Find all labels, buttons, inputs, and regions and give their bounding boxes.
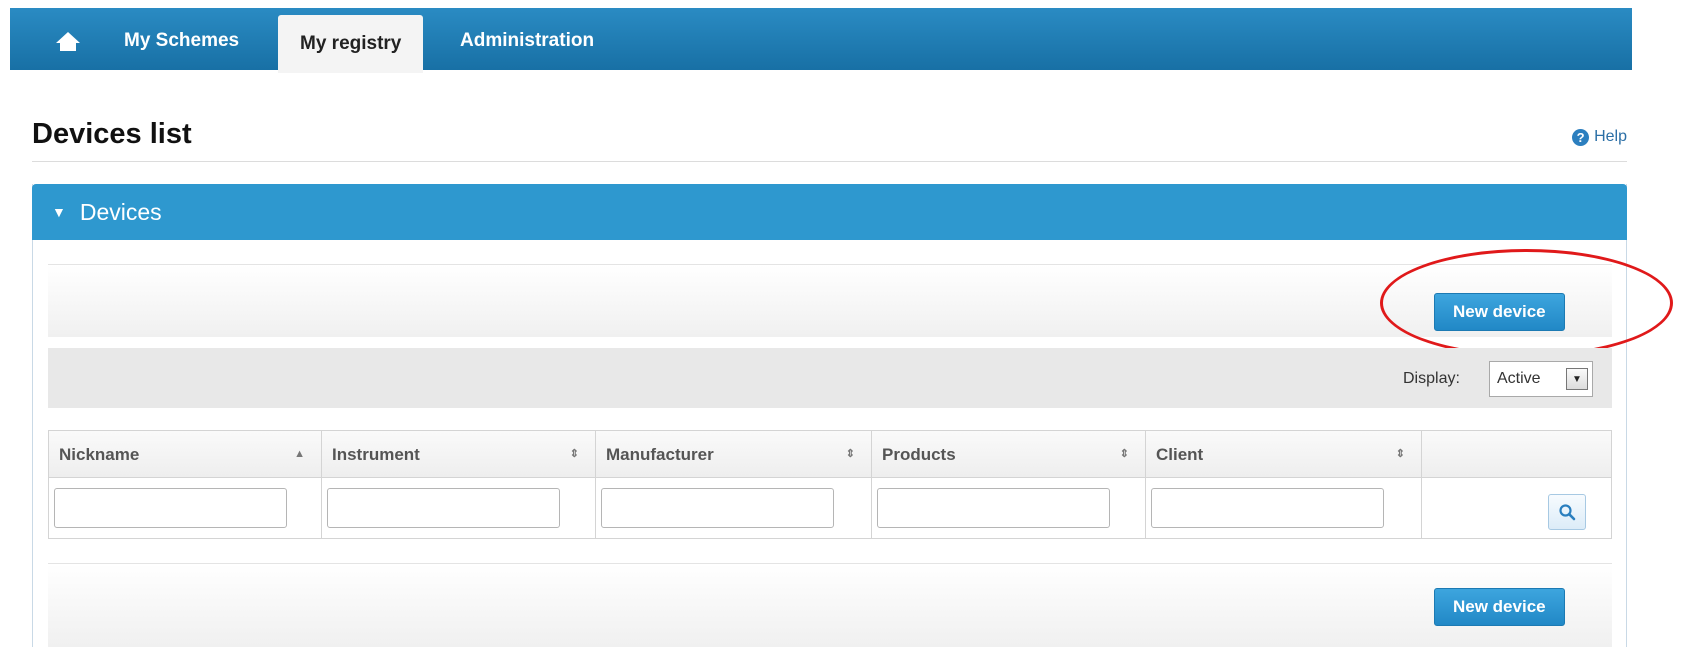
column-label: Products <box>882 445 956 464</box>
products-filter-input[interactable] <box>877 488 1110 528</box>
nickname-filter-input[interactable] <box>54 488 287 528</box>
column-header-products[interactable]: Products ⇕ <box>872 431 1146 478</box>
top-toolbar <box>48 264 1612 337</box>
tab-my-schemes[interactable]: My Schemes <box>102 8 261 70</box>
sort-icon: ⇕ <box>569 448 579 460</box>
help-icon: ? <box>1572 128 1590 146</box>
manufacturer-filter-input[interactable] <box>601 488 834 528</box>
instrument-filter-input[interactable] <box>327 488 560 528</box>
column-header-manufacturer[interactable]: Manufacturer ⇕ <box>596 431 872 478</box>
filter-cell <box>322 478 596 539</box>
column-header-nickname[interactable]: Nickname ▲ <box>49 431 322 478</box>
search-icon <box>1559 504 1576 521</box>
title-divider <box>32 161 1627 162</box>
sort-asc-icon: ▲ <box>294 448 305 460</box>
client-filter-input[interactable] <box>1151 488 1384 528</box>
new-device-button-top[interactable]: New device <box>1434 293 1565 331</box>
tab-my-registry[interactable]: My registry <box>278 15 424 73</box>
column-header-instrument[interactable]: Instrument ⇕ <box>322 431 596 478</box>
column-label: Nickname <box>59 445 140 464</box>
sort-icon: ⇕ <box>1119 448 1129 460</box>
sort-icon: ⇕ <box>1395 448 1405 460</box>
help-label: Help <box>1594 128 1627 145</box>
display-label: Display: <box>1403 370 1460 387</box>
home-icon <box>56 32 80 51</box>
column-label: Instrument <box>332 445 420 464</box>
dropdown-arrow-icon: ▼ <box>1566 368 1588 390</box>
new-device-button-bottom[interactable]: New device <box>1434 588 1565 626</box>
tab-administration[interactable]: Administration <box>438 8 616 70</box>
column-label: Client <box>1156 445 1204 464</box>
help-link[interactable]: ? Help <box>1572 128 1627 146</box>
devices-panel-header[interactable]: ▼ Devices <box>32 184 1627 240</box>
filter-cell <box>49 478 322 539</box>
devices-table: Nickname ▲ Instrument ⇕ Manufacturer ⇕ P… <box>48 430 1612 539</box>
search-button[interactable] <box>1548 494 1586 530</box>
column-label: Manufacturer <box>606 445 714 464</box>
filter-cell <box>596 478 872 539</box>
bottom-toolbar <box>48 563 1612 647</box>
top-navbar: My Schemes My registry Administration <box>10 8 1632 73</box>
sort-icon: ⇕ <box>845 448 855 460</box>
collapse-caret-icon: ▼ <box>52 204 66 220</box>
table-header: Nickname ▲ Instrument ⇕ Manufacturer ⇕ P… <box>49 431 1611 478</box>
display-select-value: Active <box>1497 370 1541 387</box>
home-button[interactable] <box>50 26 86 56</box>
filter-cell <box>872 478 1146 539</box>
devices-panel-title: Devices <box>79 198 162 225</box>
page-title: Devices list <box>32 118 192 150</box>
display-filter-bar <box>48 348 1612 408</box>
filter-cell <box>1146 478 1422 539</box>
display-select[interactable]: Active ▼ <box>1489 361 1593 397</box>
column-header-client[interactable]: Client ⇕ <box>1146 431 1422 478</box>
